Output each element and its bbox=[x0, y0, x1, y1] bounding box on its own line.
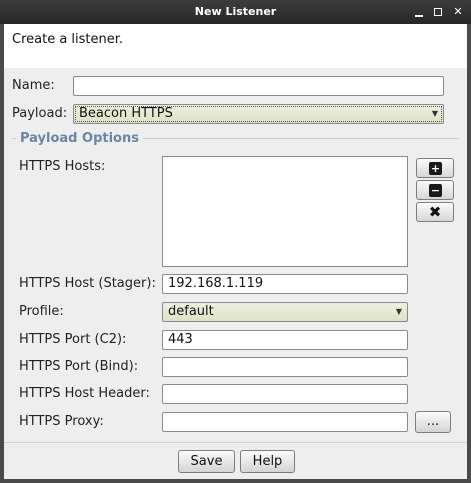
dialog-body: Create a listener. Name: Payload: Beacon… bbox=[4, 24, 467, 479]
x-icon: ✖ bbox=[428, 203, 442, 221]
clear-hosts-button[interactable]: ✖ bbox=[416, 202, 454, 222]
name-input[interactable] bbox=[73, 76, 444, 96]
proxy-input[interactable] bbox=[162, 412, 408, 432]
proxy-browse-button[interactable]: ... bbox=[415, 411, 451, 433]
host-header-input[interactable] bbox=[162, 384, 408, 404]
add-host-button[interactable]: + bbox=[416, 158, 454, 178]
payload-label: Payload: bbox=[12, 106, 68, 121]
payload-select-value: Beacon HTTPS bbox=[79, 106, 173, 121]
maximize-icon[interactable] bbox=[430, 4, 446, 20]
profile-label: Profile: bbox=[19, 304, 64, 319]
name-label: Name: bbox=[12, 78, 55, 93]
close-icon[interactable]: ✕ bbox=[450, 4, 466, 20]
port-bind-label: HTTPS Port (Bind): bbox=[19, 359, 139, 374]
help-button[interactable]: Help bbox=[240, 450, 295, 473]
save-button[interactable]: Save bbox=[178, 450, 235, 473]
profile-select-value: default bbox=[168, 304, 214, 319]
new-listener-window: New Listener ✕ Create a listener. Name: … bbox=[0, 0, 471, 483]
chevron-down-icon[interactable]: ▼ bbox=[427, 105, 443, 123]
header-text: Create a listener. bbox=[12, 32, 124, 47]
minimize-icon[interactable] bbox=[411, 4, 427, 20]
stager-label: HTTPS Host (Stager): bbox=[19, 276, 156, 291]
title-bar[interactable]: New Listener ✕ bbox=[0, 0, 471, 24]
port-c2-label: HTTPS Port (C2): bbox=[19, 332, 127, 347]
plus-icon: + bbox=[429, 162, 442, 175]
header-strip: Create a listener. bbox=[4, 24, 467, 68]
https-hosts-list[interactable] bbox=[162, 156, 408, 267]
profile-select[interactable]: default ▼ bbox=[162, 302, 408, 322]
stager-input[interactable]: 192.168.1.119 bbox=[162, 274, 408, 294]
port-c2-input[interactable]: 443 bbox=[162, 330, 408, 350]
payload-select[interactable]: Beacon HTTPS ▼ bbox=[73, 104, 444, 124]
proxy-label: HTTPS Proxy: bbox=[19, 414, 104, 429]
window-title: New Listener bbox=[194, 5, 277, 18]
minus-icon: − bbox=[429, 184, 442, 197]
port-bind-input[interactable] bbox=[162, 357, 408, 377]
https-hosts-label: HTTPS Hosts: bbox=[19, 159, 106, 174]
footer-separator bbox=[4, 442, 467, 443]
remove-host-button[interactable]: − bbox=[416, 180, 454, 200]
host-header-label: HTTPS Host Header: bbox=[19, 386, 150, 401]
payload-options-title: Payload Options bbox=[16, 131, 143, 146]
chevron-down-icon[interactable]: ▼ bbox=[391, 303, 407, 321]
